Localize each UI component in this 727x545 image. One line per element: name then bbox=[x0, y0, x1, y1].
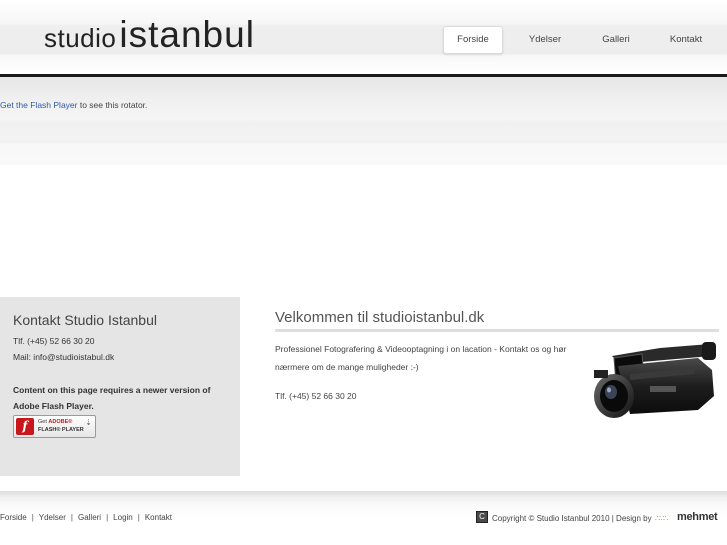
flash-badge-line1: Get ADOBE® bbox=[38, 419, 73, 425]
designer-logo-dots-icon: ∴∵∴ bbox=[655, 514, 668, 523]
footer-separator: | bbox=[31, 513, 34, 522]
flash-player-icon: f bbox=[16, 418, 34, 435]
nav-kontakt[interactable]: Kontakt bbox=[656, 26, 716, 54]
logo-studio-text: studio bbox=[44, 23, 117, 53]
contact-sidebar: Kontakt Studio Istanbul Tlf. (+45) 52 66… bbox=[0, 297, 240, 476]
rotator-flash-notice: Get the Flash Player to see this rotator… bbox=[0, 100, 147, 110]
footer-link-ydelser[interactable]: Ydelser bbox=[39, 513, 66, 522]
copyright-text: Copyright © Studio Istanbul 2010 | Desig… bbox=[492, 514, 652, 523]
rotator-notice-text: to see this rotator. bbox=[77, 100, 148, 110]
designer-name: mehmet bbox=[677, 511, 718, 523]
main-phone: Tlf. (+45) 52 66 30 20 bbox=[275, 391, 357, 401]
footer-link-login[interactable]: Login bbox=[113, 513, 133, 522]
get-flash-player-button[interactable]: f Get ADOBE® FLASH® PLAYER ⇣ bbox=[13, 415, 96, 438]
video-camera-icon bbox=[594, 342, 716, 418]
copyright-icon: C bbox=[476, 511, 488, 523]
footer-link-kontakt[interactable]: Kontakt bbox=[145, 513, 172, 522]
footer-link-forside[interactable]: Forside bbox=[0, 513, 27, 522]
nav-forside[interactable]: Forside bbox=[443, 26, 503, 54]
designer-logo[interactable]: ∴∵∴ mehmet bbox=[655, 511, 727, 525]
sidebar-title: Kontakt Studio Istanbul bbox=[13, 312, 157, 328]
flash-requirement-notice: Content on this page requires a newer ve… bbox=[13, 385, 211, 411]
flash-badge-line2: FLASH® PLAYER bbox=[38, 427, 84, 433]
page: studioistanbul Forside Ydelser Galleri K… bbox=[0, 0, 727, 545]
nav-ydelser[interactable]: Ydelser bbox=[515, 26, 575, 54]
download-arrow-icon: ⇣ bbox=[85, 418, 92, 427]
footer-link-galleri[interactable]: Galleri bbox=[78, 513, 101, 522]
sidebar-mail: Mail: info@studioistabul.dk bbox=[13, 352, 115, 362]
flash-rotator: Get the Flash Player to see this rotator… bbox=[0, 77, 727, 165]
footer-separator: | bbox=[137, 513, 140, 522]
logo-istanbul-text: istanbul bbox=[119, 14, 255, 55]
sidebar-phone: Tlf. (+45) 52 66 30 20 bbox=[13, 336, 95, 346]
footer: Forside | Ydelser | Galleri | Login | Kontakt C … bbox=[0, 491, 727, 545]
site-logo[interactable]: studioistanbul bbox=[44, 14, 255, 56]
footer-nav: Forside | Ydelser | Galleri | Login | Kontakt bbox=[0, 513, 172, 522]
get-flash-player-link[interactable]: Get the Flash Player bbox=[0, 100, 77, 110]
title-underline bbox=[275, 329, 719, 332]
footer-separator: | bbox=[70, 513, 73, 522]
welcome-text: Professionel Fotografering & Videooptagn… bbox=[275, 344, 567, 372]
welcome-title: Velkommen til studioistanbul.dk bbox=[275, 309, 485, 326]
header: studioistanbul Forside Ydelser Galleri K… bbox=[0, 0, 727, 74]
footer-separator: | bbox=[106, 513, 109, 522]
nav-galleri[interactable]: Galleri bbox=[586, 26, 646, 54]
